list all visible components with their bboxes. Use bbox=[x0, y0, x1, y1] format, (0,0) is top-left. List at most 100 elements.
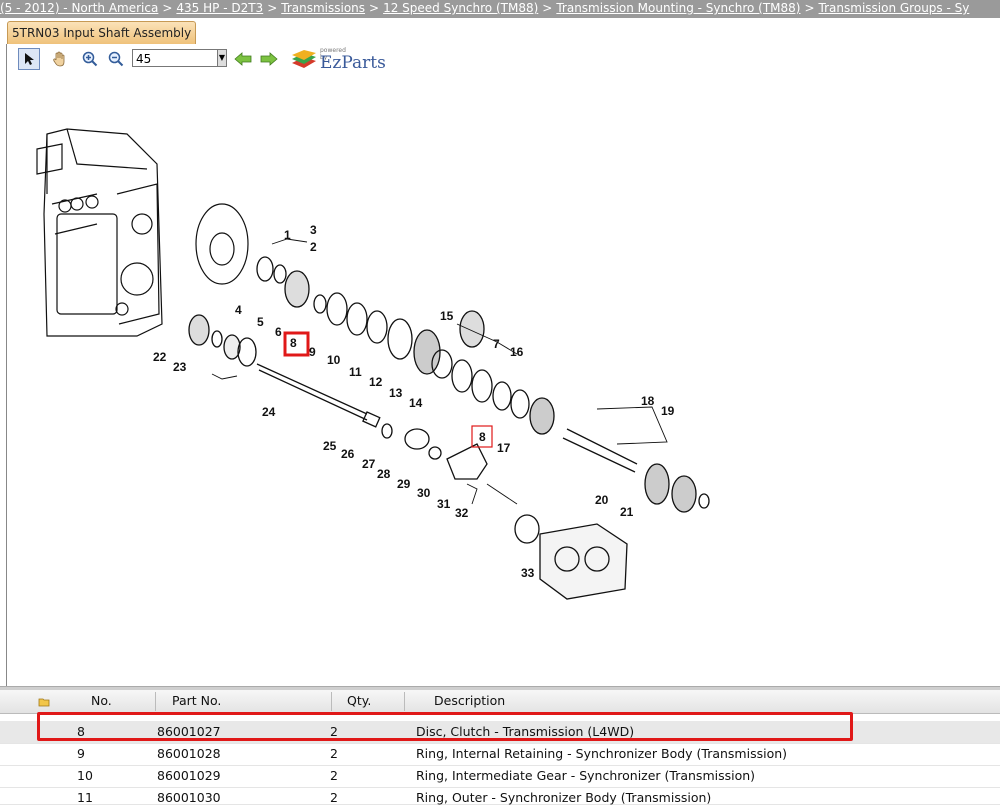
cell-part-no: 86001029 bbox=[157, 768, 221, 783]
pan-hand-button[interactable] bbox=[48, 48, 70, 70]
books-icon bbox=[292, 50, 316, 68]
logo-name: EzParts bbox=[320, 53, 386, 73]
zoom-out-icon bbox=[108, 51, 124, 67]
callout-8: 8 bbox=[290, 336, 297, 350]
column-header-description[interactable]: Description bbox=[434, 690, 505, 712]
viewer-toolbar: 45 ▼ powered by EzParts bbox=[7, 45, 407, 73]
cell-no: 8 bbox=[77, 724, 85, 739]
callout-19: 19 bbox=[661, 404, 675, 418]
callout-5: 5 bbox=[257, 315, 264, 329]
cell-part-no: 86001030 bbox=[157, 790, 221, 805]
column-divider bbox=[331, 692, 332, 711]
hand-icon bbox=[53, 51, 65, 67]
breadcrumb-item[interactable]: 435 HP - D2T3 bbox=[176, 1, 263, 15]
breadcrumb-separator: > bbox=[804, 1, 815, 15]
callout-7: 7 bbox=[493, 337, 500, 351]
callout-17: 17 bbox=[497, 441, 511, 455]
bell-housing bbox=[195, 203, 249, 285]
cell-no: 10 bbox=[77, 768, 93, 783]
callout-4: 4 bbox=[235, 303, 242, 317]
forward-button[interactable] bbox=[258, 48, 280, 70]
callout-6: 6 bbox=[275, 325, 282, 339]
column-header-qty[interactable]: Qty. bbox=[347, 690, 371, 712]
breadcrumb-separator: > bbox=[267, 1, 278, 15]
arrow-left-icon bbox=[234, 52, 252, 66]
callout-30: 30 bbox=[417, 486, 431, 500]
cell-part-no: 86001028 bbox=[157, 746, 221, 761]
callout-11: 11 bbox=[349, 365, 362, 379]
callout-8-secondary: 8 bbox=[479, 430, 486, 444]
back-button[interactable] bbox=[232, 48, 254, 70]
breadcrumb: (5 - 2012) - North America >435 HP - D2T3… bbox=[0, 0, 1000, 18]
cell-description: Disc, Clutch - Transmission (L4WD) bbox=[416, 724, 635, 739]
zoom-in-button[interactable] bbox=[79, 48, 101, 70]
callout-24: 24 bbox=[262, 405, 276, 419]
cell-description: Ring, Internal Retaining - Synchronizer … bbox=[416, 746, 788, 761]
breadcrumb-item[interactable]: Transmission Mounting - Synchro (TM88) bbox=[556, 1, 800, 15]
cell-description: Ring, Outer - Synchronizer Body (Transmi… bbox=[416, 790, 712, 805]
column-header-part-no[interactable]: Part No. bbox=[172, 690, 221, 712]
cell-qty: 2 bbox=[330, 790, 338, 805]
parts-table: No. Part No. Qty. Description 8 86001027… bbox=[0, 690, 1000, 805]
select-pointer-button[interactable] bbox=[18, 48, 40, 70]
breadcrumb-separator: > bbox=[162, 1, 173, 15]
pointer-icon bbox=[25, 53, 34, 65]
column-divider bbox=[155, 692, 156, 711]
callout-14: 14 bbox=[409, 396, 423, 410]
column-header-no[interactable]: No. bbox=[91, 690, 112, 712]
callout-18: 18 bbox=[641, 394, 655, 408]
breadcrumb-separator: > bbox=[542, 1, 553, 15]
leader-lines bbox=[211, 238, 668, 505]
callout-28: 28 bbox=[377, 467, 391, 481]
callout-10: 10 bbox=[327, 353, 341, 367]
callout-16: 16 bbox=[510, 345, 524, 359]
parts-diagram[interactable]: 1 2 3 4 5 6 7 8 9 10 11 12 13 14 15 16 1… bbox=[7, 74, 1000, 686]
callout-22: 22 bbox=[153, 350, 167, 364]
cell-description: Ring, Intermediate Gear - Synchronizer (… bbox=[416, 768, 756, 783]
callout-15: 15 bbox=[440, 309, 454, 323]
zoom-out-button[interactable] bbox=[105, 48, 127, 70]
zoom-level-input[interactable]: 45 bbox=[132, 49, 224, 67]
callout-29: 29 bbox=[397, 477, 411, 491]
column-divider bbox=[404, 692, 405, 711]
output-shaft bbox=[562, 428, 710, 513]
table-row[interactable]: 9 86001028 2 Ring, Internal Retaining - … bbox=[0, 743, 1000, 766]
breadcrumb-item[interactable]: (5 - 2012) - North America bbox=[0, 1, 158, 15]
callout-31: 31 bbox=[437, 497, 451, 511]
callout-27: 27 bbox=[362, 457, 376, 471]
callout-32: 32 bbox=[455, 506, 469, 520]
zoom-in-icon bbox=[82, 51, 98, 67]
cell-qty: 2 bbox=[330, 746, 338, 761]
callout-21: 21 bbox=[620, 505, 634, 519]
callout-33: 33 bbox=[521, 566, 535, 580]
cell-part-no: 86001027 bbox=[157, 724, 221, 739]
breadcrumb-item[interactable]: Transmission Groups - Sy bbox=[819, 1, 970, 15]
callout-3: 3 bbox=[310, 223, 317, 237]
hydraulic-pump bbox=[539, 523, 628, 600]
arrow-right-icon bbox=[260, 52, 278, 66]
callout-20: 20 bbox=[595, 493, 609, 507]
callout-2: 2 bbox=[310, 240, 317, 254]
breadcrumb-item[interactable]: Transmissions bbox=[281, 1, 365, 15]
cell-qty: 2 bbox=[330, 724, 338, 739]
cell-no: 11 bbox=[77, 790, 93, 805]
input-shaft bbox=[188, 314, 540, 544]
callout-12: 12 bbox=[369, 375, 383, 389]
callout-13: 13 bbox=[389, 386, 403, 400]
cell-qty: 2 bbox=[330, 768, 338, 783]
table-row[interactable]: 10 86001029 2 Ring, Intermediate Gear - … bbox=[0, 765, 1000, 788]
callout-1: 1 bbox=[284, 228, 291, 242]
callout-25: 25 bbox=[323, 439, 337, 453]
callout-23: 23 bbox=[173, 360, 187, 374]
table-row[interactable]: 8 86001027 2 Disc, Clutch - Transmission… bbox=[0, 721, 1000, 744]
callout-9: 9 bbox=[309, 345, 316, 359]
breadcrumb-item[interactable]: 12 Speed Synchro (TM88) bbox=[383, 1, 538, 15]
transmission-housing bbox=[36, 128, 163, 337]
tab-input-shaft-assembly[interactable]: 5TRN03 Input Shaft Assembly bbox=[7, 21, 197, 44]
breadcrumb-separator: > bbox=[369, 1, 380, 15]
zoom-dropdown-button[interactable]: ▼ bbox=[217, 49, 227, 67]
table-row[interactable]: 11 86001030 2 Ring, Outer - Synchronizer… bbox=[0, 787, 1000, 805]
tab-bar: 5TRN03 Input Shaft Assembly bbox=[0, 18, 1000, 44]
cell-no: 9 bbox=[77, 746, 85, 761]
table-header: No. Part No. Qty. Description bbox=[0, 690, 1000, 714]
